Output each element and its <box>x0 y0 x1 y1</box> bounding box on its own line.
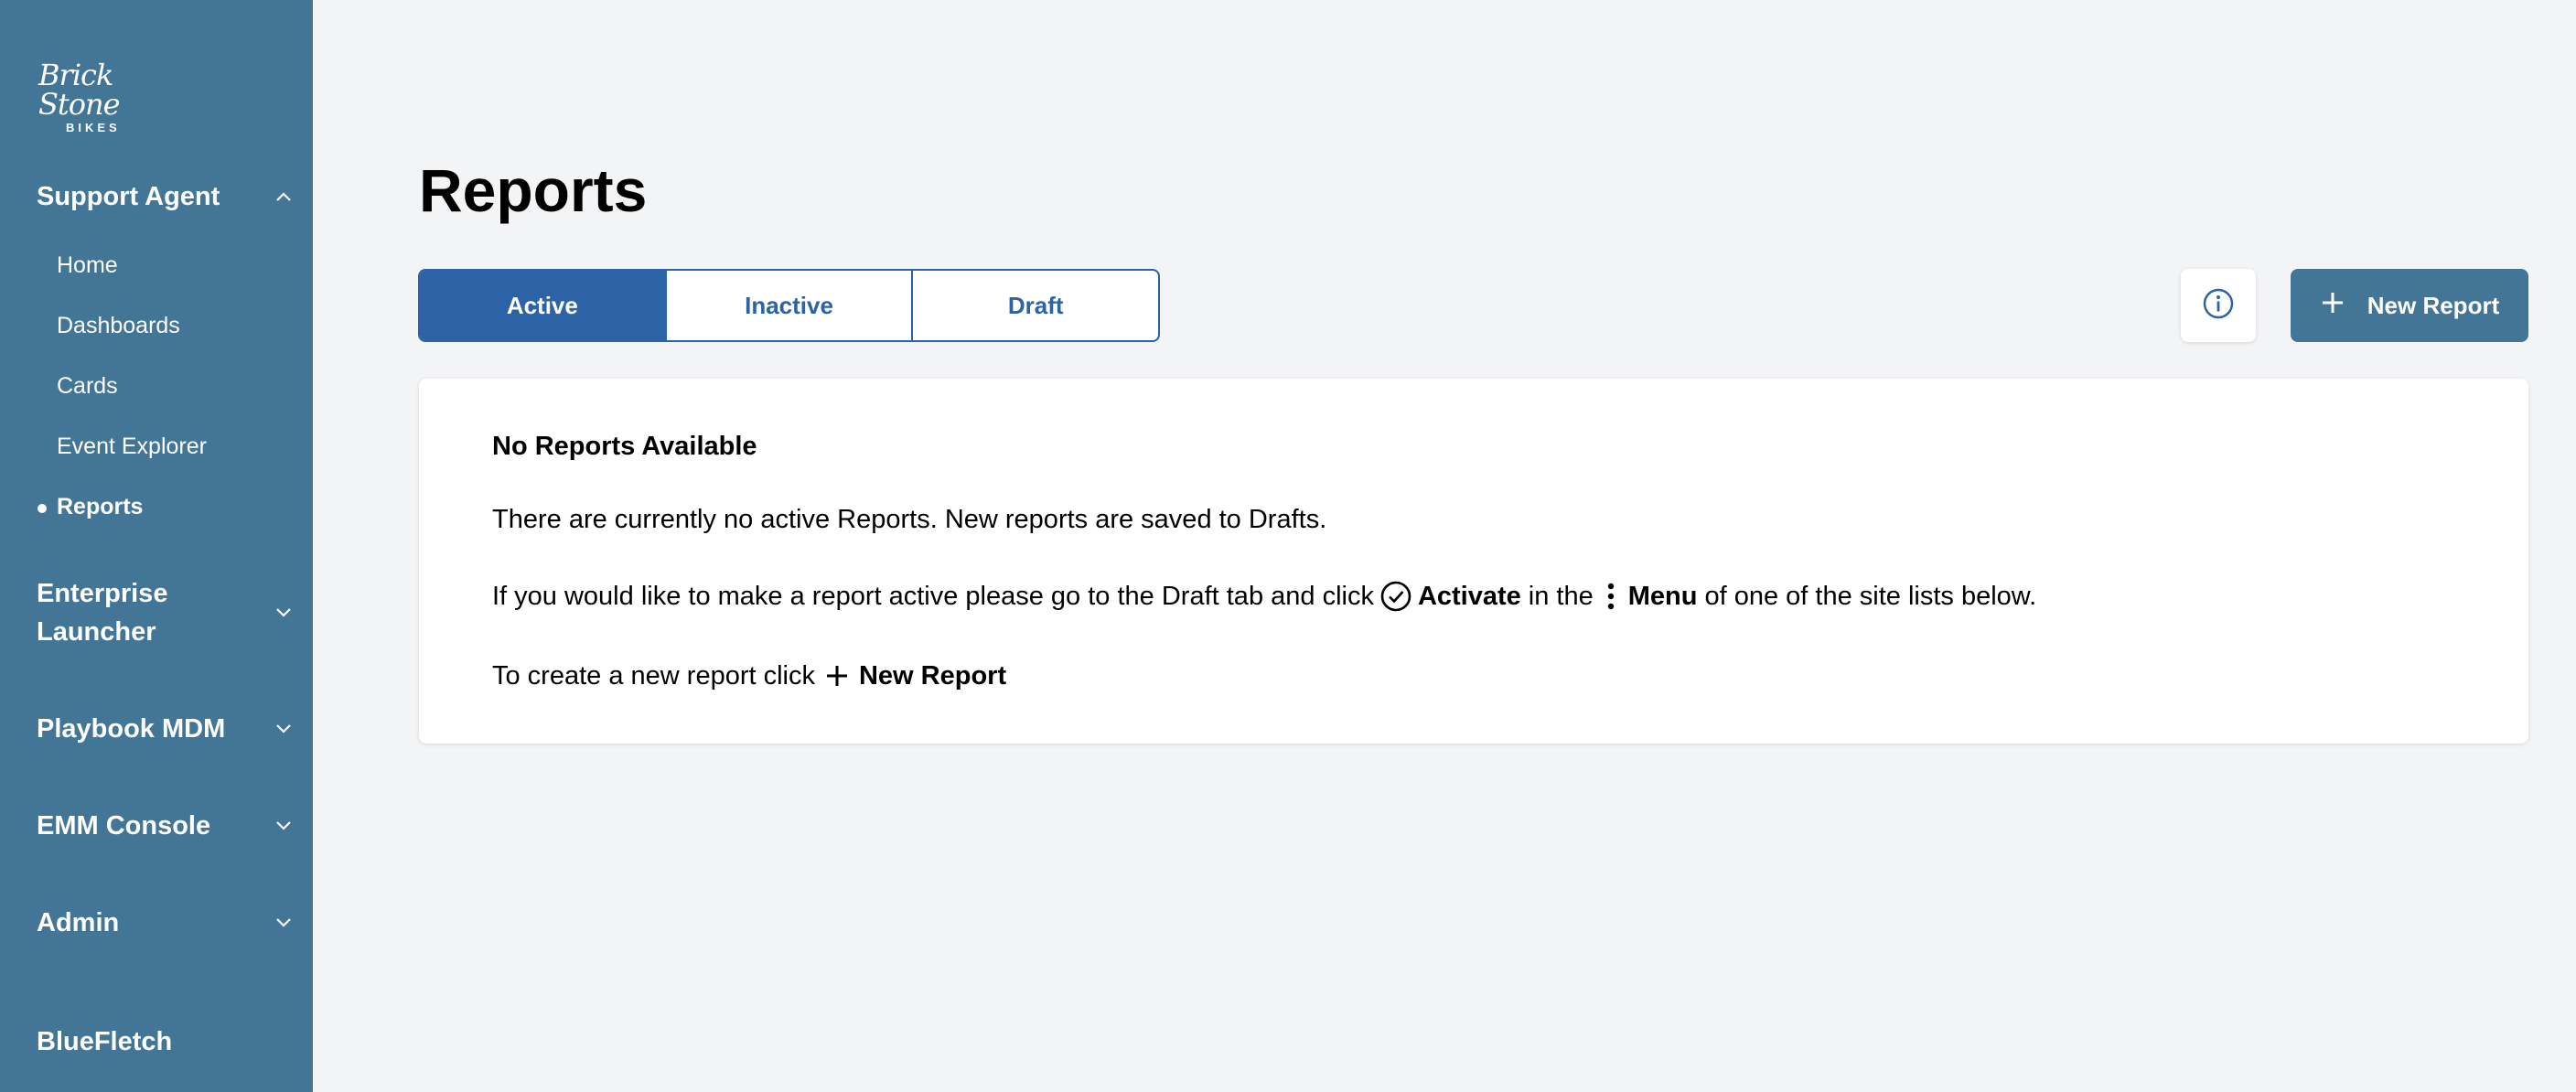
empty-state-line-2-part-c: of one of the site lists below. <box>1704 582 2037 611</box>
active-indicator-dot <box>38 504 47 513</box>
sidebar-section-label: Support Agent <box>37 182 220 211</box>
new-report-button[interactable]: New Report <box>2291 269 2528 342</box>
sidebar-item-home[interactable]: Home <box>57 252 118 279</box>
sidebar-section-label-line1: Enterprise <box>37 579 168 608</box>
sidebar-section-label: Enterprise Launcher <box>37 574 167 651</box>
empty-state-menu-label: Menu <box>1627 582 1698 611</box>
empty-state-line-3-text: To create a new report click <box>492 661 815 691</box>
sidebar-section-support-agent[interactable]: Support Agent <box>37 177 293 216</box>
empty-state-card: No Reports Available There are currently… <box>419 379 2528 744</box>
empty-state-line-1: There are currently no active Reports. N… <box>492 501 1326 538</box>
sidebar-section-enterprise-launcher[interactable]: Enterprise Launcher <box>37 574 293 651</box>
empty-state-line-2-part-b: in the <box>1528 582 1594 611</box>
new-report-button-label: New Report <box>2367 291 2500 319</box>
info-button[interactable] <box>2181 269 2256 342</box>
brand-logo-script: Brick Stone <box>38 58 121 122</box>
sidebar-section-label: EMM Console <box>37 811 211 840</box>
chevron-up-icon <box>274 187 293 206</box>
sidebar-section-emm-console[interactable]: EMM Console <box>37 807 293 845</box>
sidebar-section-label: Admin <box>37 908 120 937</box>
empty-state-line-2: If you would like to make a report activ… <box>492 578 2036 615</box>
empty-state-line-1-text: There are currently no active Reports. N… <box>492 505 1327 534</box>
sidebar-section-admin[interactable]: Admin <box>37 904 293 942</box>
info-icon <box>2202 287 2235 325</box>
empty-state-line-2-part-a: If you would like to make a report activ… <box>492 582 1374 611</box>
brand-logo-sub: BIKES <box>66 121 121 134</box>
sidebar-item-dashboards[interactable]: Dashboards <box>57 313 180 339</box>
sidebar: Brick Stone BIKES Support Agent Home Das… <box>0 0 313 1092</box>
tab-active[interactable]: Active <box>420 271 667 340</box>
plus-icon <box>2320 290 2345 322</box>
kebab-menu-icon <box>1606 582 1615 611</box>
chevron-down-icon <box>274 914 293 932</box>
sidebar-section-playbook-mdm[interactable]: Playbook MDM <box>37 710 293 748</box>
sidebar-item-event-explorer[interactable]: Event Explorer <box>57 434 207 460</box>
brand-logo[interactable]: Brick Stone BIKES <box>38 60 166 134</box>
chevron-down-icon <box>274 604 293 622</box>
sidebar-section-label: Playbook MDM <box>37 714 226 744</box>
check-circle-icon <box>1379 580 1412 613</box>
chevron-down-icon <box>274 817 293 835</box>
report-status-tabs: Active Inactive Draft <box>418 269 1160 342</box>
sidebar-item-reports[interactable]: Reports <box>57 494 143 520</box>
empty-state-title: No Reports Available <box>492 432 757 461</box>
empty-state-line-3: To create a new report click New Report <box>492 658 1006 694</box>
sidebar-item-cards[interactable]: Cards <box>57 373 118 400</box>
empty-state-activate-label: Activate <box>1417 582 1521 611</box>
sidebar-footer: BlueFletch <box>37 1022 293 1061</box>
plus-icon <box>824 663 850 689</box>
page-title: Reports <box>419 156 648 224</box>
tab-inactive[interactable]: Inactive <box>667 271 914 340</box>
sidebar-footer-brand: BlueFletch <box>37 1027 173 1056</box>
empty-state-new-report-label: New Report <box>858 661 1007 691</box>
sidebar-section-label-line2: Launcher <box>37 617 156 647</box>
tab-draft[interactable]: Draft <box>913 271 1158 340</box>
chevron-down-icon <box>274 720 293 738</box>
